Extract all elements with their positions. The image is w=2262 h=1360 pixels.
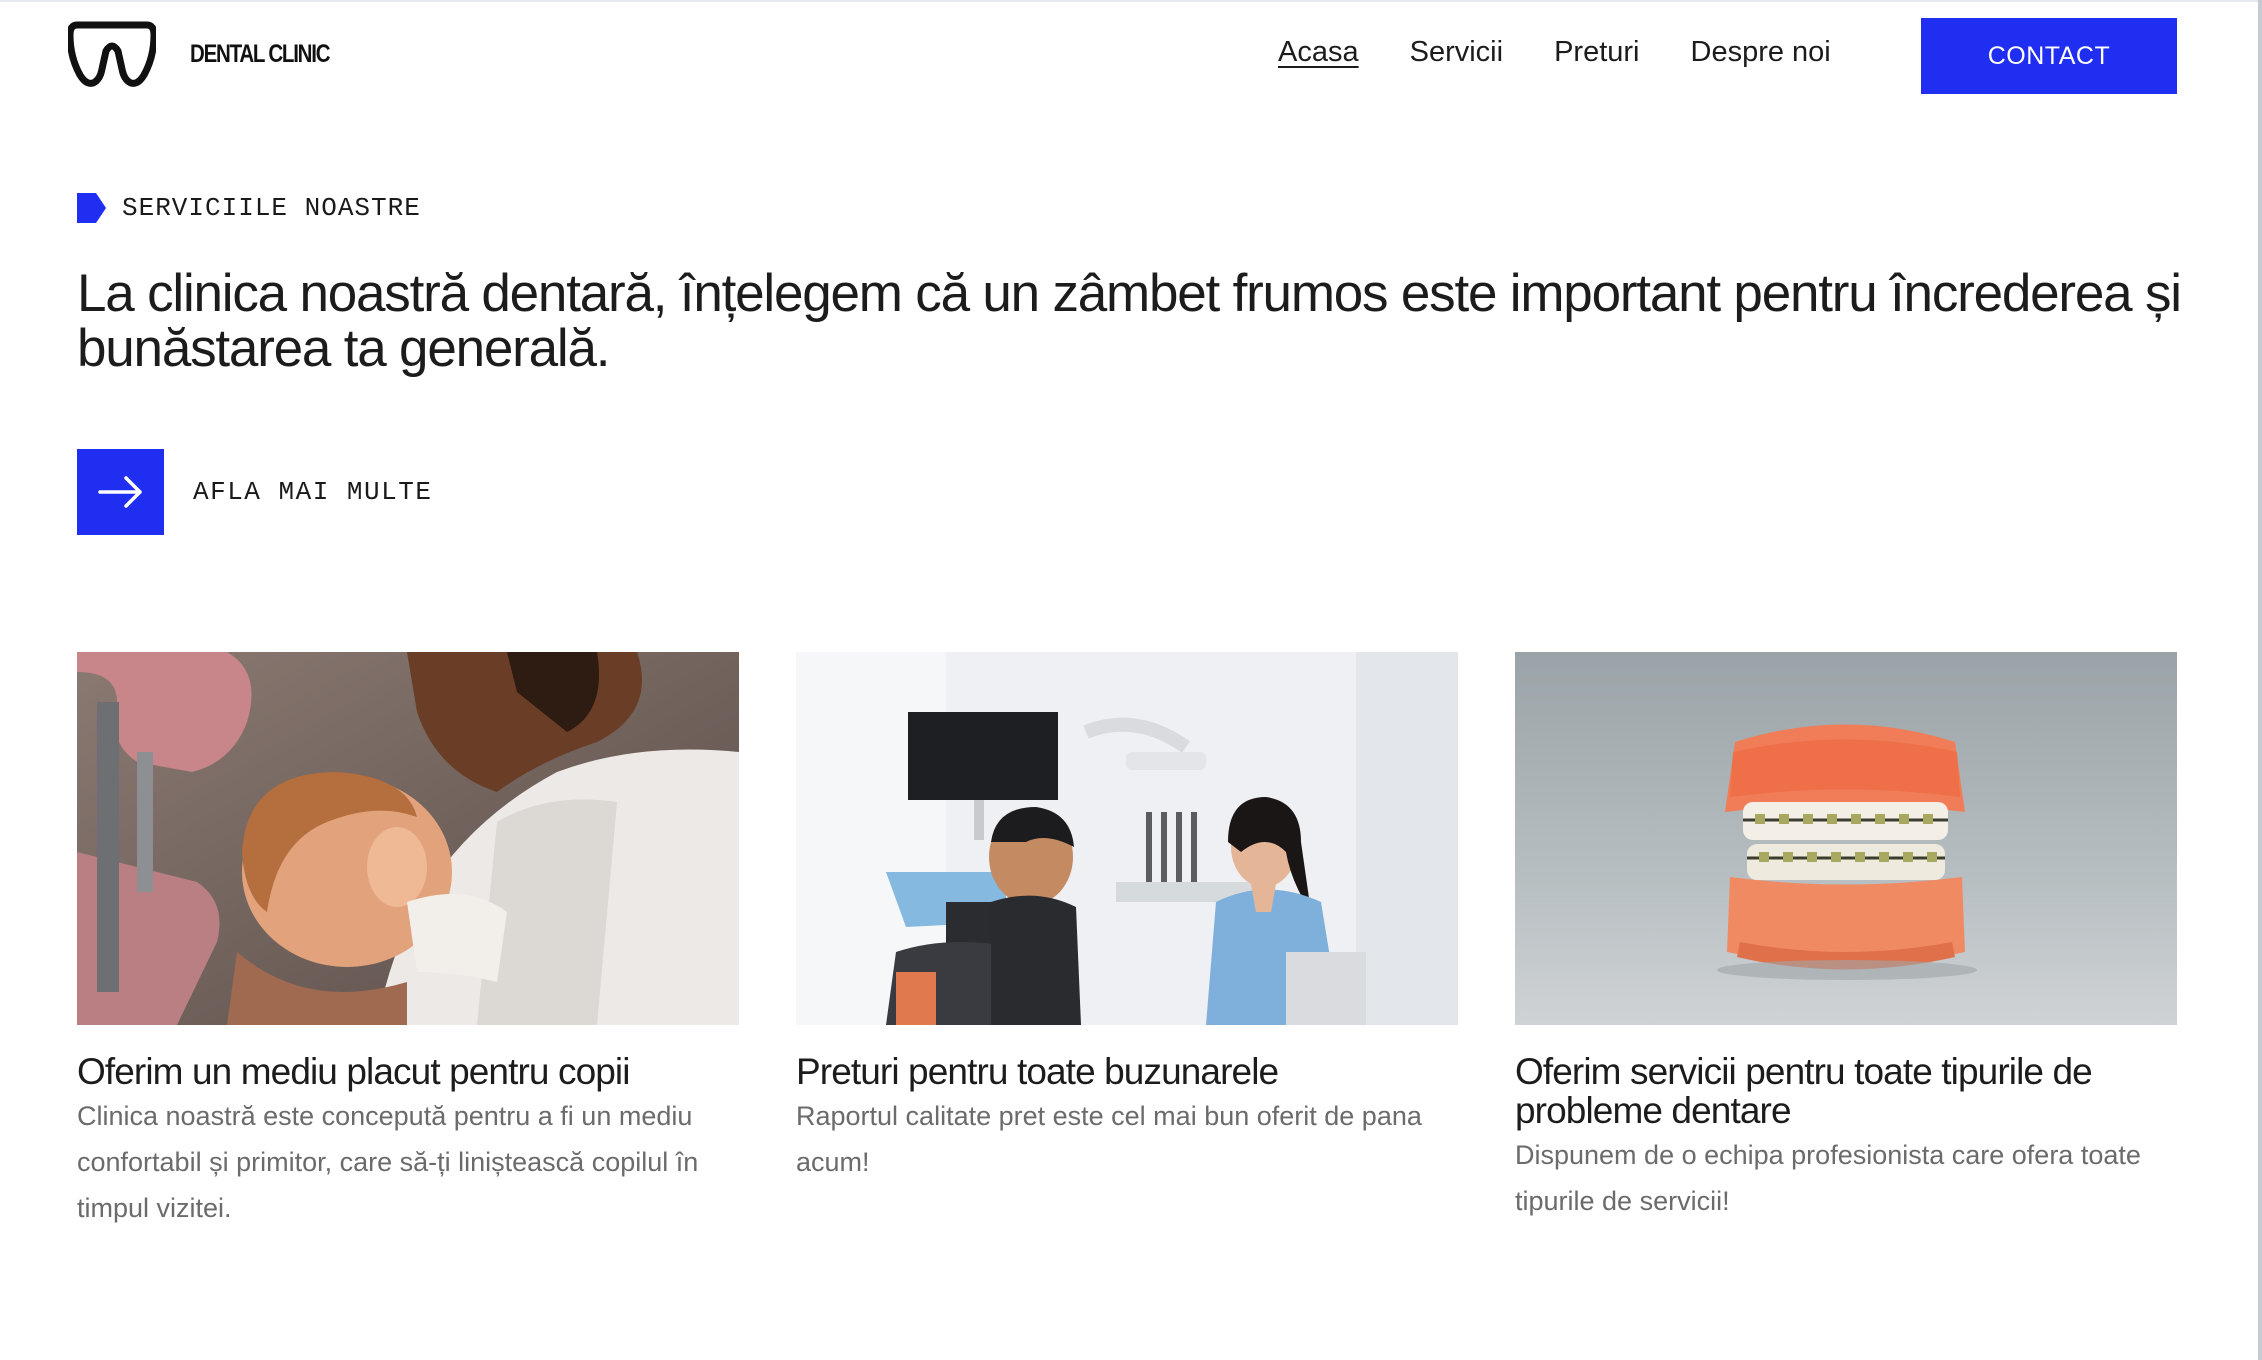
label-marker-icon: [77, 193, 106, 223]
card-title: Preturi pentru toate buzunarele: [796, 1051, 1279, 1092]
section-label: SERVICIILE NOASTRE: [77, 193, 421, 223]
services-cards: Oferim un mediu placut pentru copii Clin…: [77, 652, 2177, 1252]
window-edge: [2258, 0, 2262, 1360]
card-text: Dispunem de o echipa profesionista care …: [1515, 1140, 2141, 1216]
arrow-right-icon[interactable]: [77, 449, 164, 535]
site-header: DENTAL CLINIC Acasa Servicii Preturi Des…: [0, 0, 2262, 114]
learn-more-label[interactable]: AFLA MAI MULTE: [193, 477, 432, 507]
tooth-logo-icon[interactable]: [68, 17, 156, 91]
nav-item-preturi[interactable]: Preturi: [1554, 36, 1639, 69]
section-label-text: SERVICIILE NOASTRE: [122, 193, 421, 223]
main-nav: Acasa Servicii Preturi Despre noi: [1278, 36, 1882, 69]
contact-button[interactable]: CONTACT: [1921, 18, 2177, 94]
service-card: Oferim servicii pentru toate tipurile de…: [1515, 652, 2177, 1224]
brand-name[interactable]: DENTAL CLINIC: [190, 40, 331, 69]
child-dental-checkup-photo: [77, 652, 739, 1025]
card-text: Clinica noastră este concepută pentru a …: [77, 1101, 699, 1223]
card-text: Raportul calitate pret este cel mai bun …: [796, 1101, 1422, 1177]
learn-more-link[interactable]: AFLA MAI MULTE: [77, 449, 432, 535]
service-card: Preturi pentru toate buzunarele Raportul…: [796, 652, 1458, 1185]
card-title: Oferim servicii pentru toate tipurile de…: [1515, 1051, 2093, 1131]
nav-item-despre-noi[interactable]: Despre noi: [1691, 36, 1831, 69]
nav-item-servicii[interactable]: Servicii: [1410, 36, 1503, 69]
nav-item-acasa[interactable]: Acasa: [1278, 36, 1359, 69]
dentist-with-patient-photo: [796, 652, 1458, 1025]
page-headline: La clinica noastră dentară, înțelegem că…: [77, 264, 2182, 378]
service-card: Oferim un mediu placut pentru copii Clin…: [77, 652, 739, 1231]
dental-braces-model-photo: [1515, 652, 2177, 1025]
card-title: Oferim un mediu placut pentru copii: [77, 1051, 630, 1092]
